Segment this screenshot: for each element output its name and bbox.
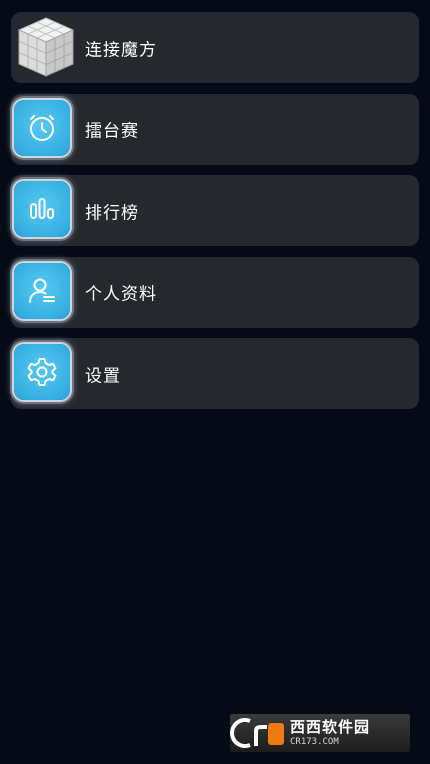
- menu-item-arena[interactable]: 擂台赛: [11, 93, 419, 165]
- menu-item-label: 个人资料: [85, 284, 157, 305]
- menu-item-label: 排行榜: [85, 203, 139, 223]
- menu-item-settings[interactable]: 设置: [11, 338, 419, 409]
- menu-item-leaderboard[interactable]: 排行榜: [11, 175, 419, 246]
- watermark-domain: CR173.COM: [290, 736, 339, 747]
- watermark-title: 西西软件园: [290, 717, 371, 736]
- menu-item-label: 设置: [85, 366, 121, 386]
- watermark-logo-icon: [230, 718, 284, 748]
- rubiks-cube-icon: [15, 16, 77, 78]
- menu-item-profile[interactable]: 个人资料: [11, 256, 419, 328]
- stopwatch-icon: [14, 99, 70, 156]
- bar-chart-icon: [14, 181, 70, 237]
- menu-item-label: 擂台赛: [85, 121, 139, 142]
- main-menu: 连接魔方 擂台赛 排行榜 个人资料 设置: [11, 12, 419, 420]
- gear-icon: [14, 344, 70, 400]
- menu-item-label: 连接魔方: [85, 40, 157, 60]
- watermark-badge: 西西软件园 CR173.COM: [230, 714, 410, 752]
- user-profile-icon: [14, 262, 70, 319]
- menu-item-connect-cube[interactable]: 连接魔方: [11, 12, 419, 83]
